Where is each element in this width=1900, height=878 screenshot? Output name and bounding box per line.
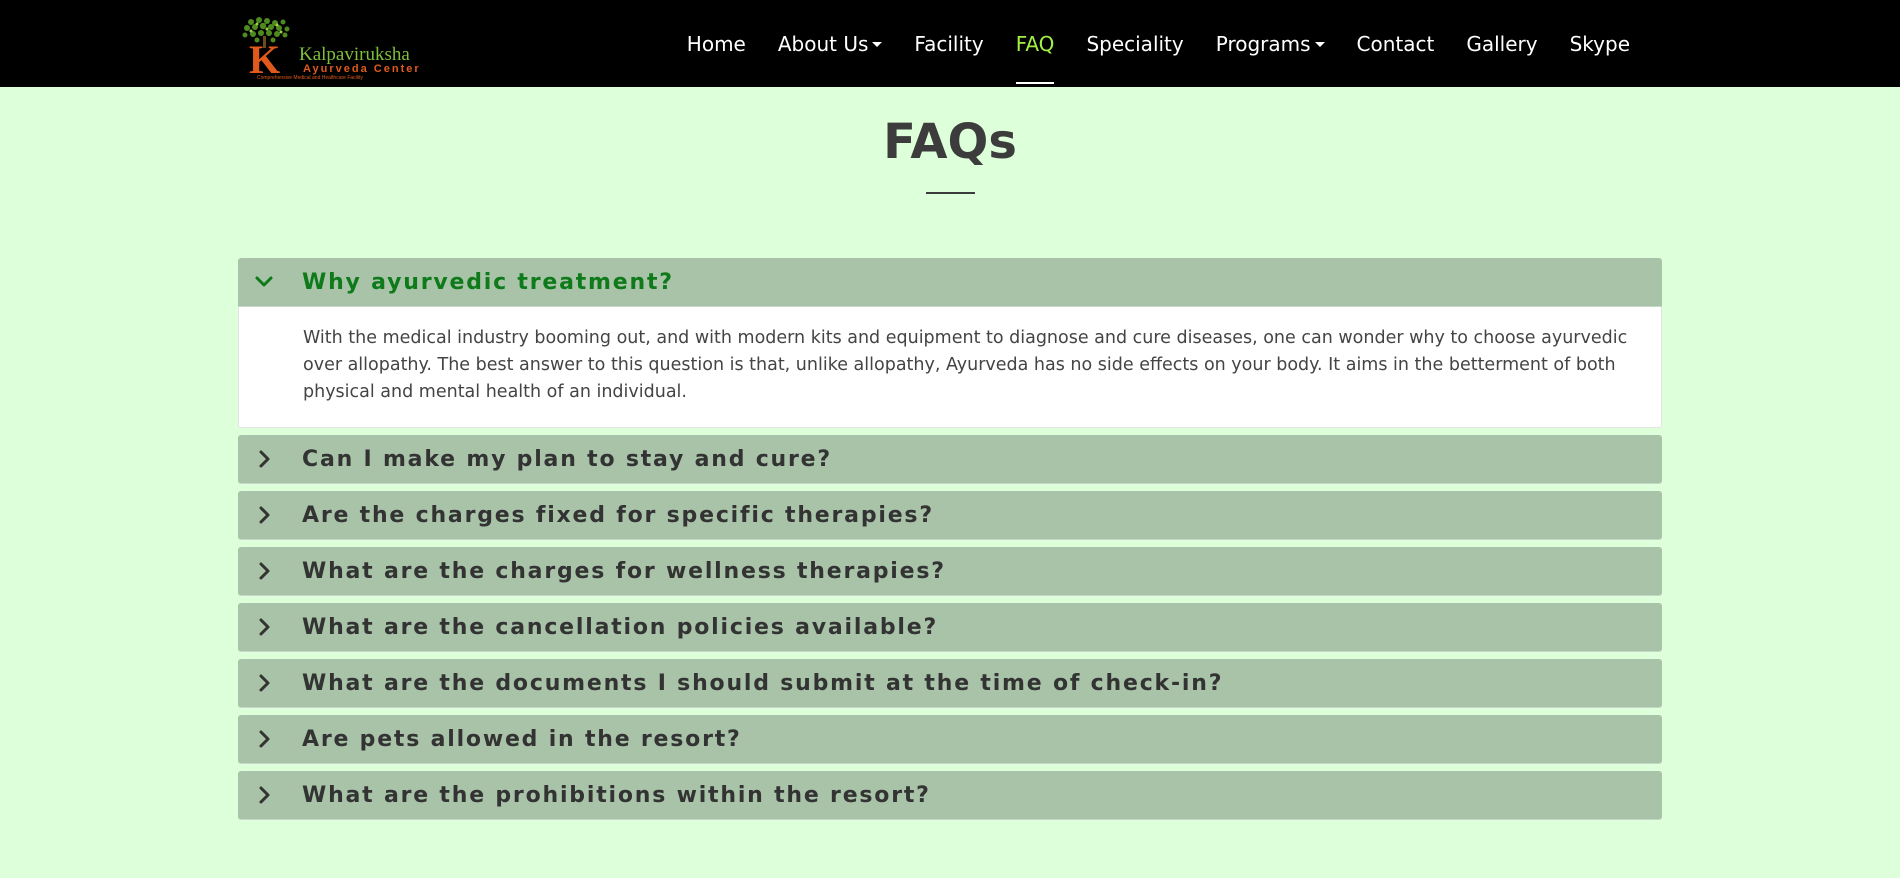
faq-question-toggle[interactable]: What are the documents I should submit a… (238, 659, 1662, 708)
faq-item: Can I make my plan to stay and cure? (238, 435, 1662, 484)
logo-subtitle: Ayurveda Center (303, 63, 421, 75)
nav-faq[interactable]: FAQ (1000, 0, 1071, 87)
faq-question-toggle[interactable]: Are pets allowed in the resort? (238, 715, 1662, 764)
faq-question: Are pets allowed in the resort? (302, 726, 742, 752)
faq-question-toggle[interactable]: What are the cancellation policies avail… (238, 603, 1662, 652)
navbar: K Kalpaviruksha Ayurveda Center Comprehe… (0, 0, 1900, 87)
logo-graphic: K Kalpaviruksha Ayurveda Center Comprehe… (242, 17, 421, 82)
logo-tagline: Comprehensive Medical and Healthcare Fac… (257, 75, 363, 81)
faq-question-toggle[interactable]: What are the prohibitions within the res… (238, 771, 1662, 820)
nav-skype-label: Skype (1569, 31, 1630, 56)
chevron-right-icon (254, 505, 274, 525)
faq-question: Are the charges fixed for specific thera… (302, 502, 934, 528)
site-logo[interactable]: K Kalpaviruksha Ayurveda Center Comprehe… (237, 16, 461, 82)
nav-contact-label: Contact (1356, 31, 1435, 56)
faq-question-toggle[interactable]: Can I make my plan to stay and cure? (238, 435, 1662, 484)
nav-home-label: Home (686, 31, 746, 56)
faq-question: What are the cancellation policies avail… (302, 614, 939, 640)
nav-speciality-label: Speciality (1086, 31, 1184, 56)
faq-question-toggle[interactable]: Are the charges fixed for specific thera… (238, 491, 1662, 540)
faq-question: What are the documents I should submit a… (302, 670, 1224, 696)
faq-item: What are the charges for wellness therap… (238, 547, 1662, 596)
nav-contact[interactable]: Contact (1341, 0, 1451, 87)
faq-item: Are the charges fixed for specific thera… (238, 491, 1662, 540)
faq-item: Why ayurvedic treatment? With the medica… (238, 258, 1662, 428)
nav-about-us-label: About Us (777, 31, 869, 56)
faq-accordion: Why ayurvedic treatment? With the medica… (238, 258, 1662, 827)
nav-programs-label: Programs (1215, 31, 1311, 56)
nav-speciality[interactable]: Speciality (1070, 0, 1199, 87)
nav-facility-label: Facility (914, 31, 984, 56)
faq-question: Can I make my plan to stay and cure? (302, 446, 832, 472)
chevron-right-icon (254, 673, 274, 693)
caret-down-icon (872, 42, 883, 47)
nav-about-us[interactable]: About Us (762, 0, 899, 87)
title-divider (926, 192, 975, 194)
faq-answer: With the medical industry booming out, a… (238, 307, 1662, 428)
faq-question: Why ayurvedic treatment? (302, 269, 674, 295)
nav-facility[interactable]: Facility (898, 0, 999, 87)
caret-down-icon (1314, 42, 1325, 47)
nav-faq-label: FAQ (1015, 31, 1055, 56)
faq-item: Are pets allowed in the resort? (238, 715, 1662, 764)
nav-gallery[interactable]: Gallery (1450, 0, 1553, 87)
chevron-right-icon (254, 617, 274, 637)
faq-item: What are the prohibitions within the res… (238, 771, 1662, 820)
faq-question: What are the prohibitions within the res… (302, 782, 931, 808)
faq-question-toggle[interactable]: What are the charges for wellness therap… (238, 547, 1662, 596)
chevron-right-icon (254, 449, 274, 469)
nav-skype[interactable]: Skype (1554, 0, 1646, 87)
nav-gallery-label: Gallery (1466, 31, 1538, 56)
faq-question-toggle[interactable]: Why ayurvedic treatment? (238, 258, 1662, 307)
faq-item: What are the documents I should submit a… (238, 659, 1662, 708)
chevron-down-icon (254, 272, 274, 292)
chevron-right-icon (254, 729, 274, 749)
logo-name: Kalpaviruksha (299, 44, 410, 65)
nav-home[interactable]: Home (671, 0, 762, 87)
page-title: FAQs (883, 114, 1017, 170)
main-nav: Home About Us Facility FAQ Speciality Pr… (671, 0, 1646, 87)
faq-item: What are the cancellation policies avail… (238, 603, 1662, 652)
chevron-right-icon (254, 785, 274, 805)
faq-question: What are the charges for wellness therap… (302, 558, 946, 584)
chevron-right-icon (254, 561, 274, 581)
nav-programs[interactable]: Programs (1200, 0, 1341, 87)
